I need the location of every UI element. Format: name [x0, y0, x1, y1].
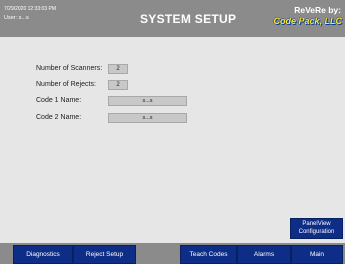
scanners-value-field[interactable]: 2: [108, 64, 128, 74]
rejects-value-field[interactable]: 2: [108, 80, 128, 90]
datetime-readout: 7/29/2020 12:33:03 PM: [4, 6, 56, 12]
code1-name-label: Code 1 Name:: [36, 97, 82, 104]
panelview-configuration-button[interactable]: PanelView Configuration: [290, 218, 343, 239]
reject-setup-button[interactable]: Reject Setup: [73, 245, 136, 264]
code2-name-field[interactable]: s...s: [108, 113, 187, 123]
code1-name-field[interactable]: s...s: [108, 96, 187, 106]
main-button[interactable]: Main: [291, 245, 343, 264]
brand-logo: Code Pack, LLC: [273, 16, 342, 26]
brand-tagline: ReVeRe by:: [294, 5, 341, 15]
diagnostics-button[interactable]: Diagnostics: [13, 245, 73, 264]
teach-codes-button[interactable]: Teach Codes: [180, 245, 237, 264]
header-bar: 7/29/2020 12:33:03 PM User: s...s SYSTEM…: [0, 0, 345, 37]
scanners-label: Number of Scanners:: [36, 65, 103, 72]
code2-name-label: Code 2 Name:: [36, 114, 82, 121]
page-title: SYSTEM SETUP: [140, 12, 237, 26]
rejects-label: Number of Rejects:: [36, 81, 96, 88]
user-readout: User: s...s: [4, 15, 29, 21]
alarms-button[interactable]: Alarms: [237, 245, 291, 264]
